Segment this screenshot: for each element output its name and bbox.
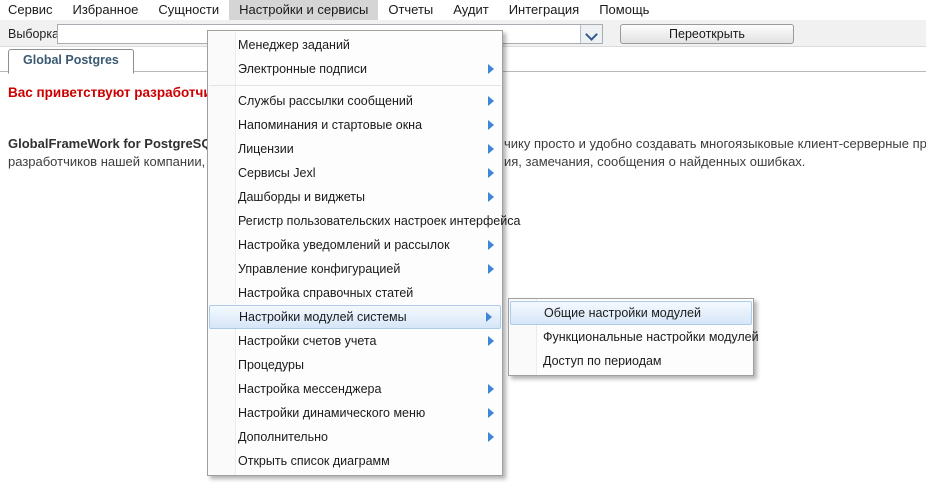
menu-item-help-articles-setup[interactable]: Настройка справочных статей bbox=[208, 281, 502, 305]
menubar-item-help[interactable]: Помощь bbox=[589, 0, 659, 20]
dropdown-chevron-icon bbox=[585, 28, 598, 41]
menubar-item-reports[interactable]: Отчеты bbox=[378, 0, 443, 20]
submenu-arrow-icon bbox=[488, 64, 494, 74]
menu-item-dynamic-menu-settings[interactable]: Настройки динамического меню bbox=[208, 401, 502, 425]
submenu-arrow-icon bbox=[488, 408, 494, 418]
menu-item-jexl-services[interactable]: Сервисы Jexl bbox=[208, 161, 502, 185]
submenu-item-functional-module-settings[interactable]: Функциональные настройки модулей bbox=[509, 325, 753, 349]
menu-item-dashboards-widgets[interactable]: Дашборды и виджеты bbox=[208, 185, 502, 209]
menu-item-user-interface-settings-register[interactable]: Регистр пользовательских настроек интерф… bbox=[208, 209, 502, 233]
menu-item-messenger-setup[interactable]: Настройка мессенджера bbox=[208, 377, 502, 401]
submenu-arrow-icon bbox=[488, 120, 494, 130]
menubar-item-settings-services[interactable]: Настройки и сервисы bbox=[229, 0, 378, 20]
submenu-item-access-by-periods[interactable]: Доступ по периодам bbox=[509, 349, 753, 373]
menu-item-licenses[interactable]: Лицензии bbox=[208, 137, 502, 161]
app-window: Сервис Избранное Сущности Настройки и се… bbox=[0, 0, 926, 488]
menu-item-electronic-signatures[interactable]: Электронные подписи bbox=[208, 57, 502, 81]
settings-services-menu: Менеджер заданий Электронные подписи Слу… bbox=[207, 30, 503, 476]
menubar-item-integration[interactable]: Интеграция bbox=[499, 0, 590, 20]
paragraph-line2-right: ия, замечания, сообщения о найденных оши… bbox=[504, 154, 805, 169]
selection-dropdown-button[interactable] bbox=[580, 25, 602, 43]
menu-item-configuration-management[interactable]: Управление конфигурацией bbox=[208, 257, 502, 281]
menu-item-notifications-mailings-setup[interactable]: Настройка уведомлений и рассылок bbox=[208, 233, 502, 257]
submenu-arrow-icon bbox=[488, 144, 494, 154]
submenu-arrow-icon bbox=[488, 432, 494, 442]
menu-item-system-modules-settings[interactable]: Настройки модулей системы bbox=[209, 305, 501, 329]
menu-item-task-manager[interactable]: Менеджер заданий bbox=[208, 33, 502, 57]
menubar-item-service[interactable]: Сервис bbox=[0, 0, 63, 20]
menu-item-additional[interactable]: Дополнительно bbox=[208, 425, 502, 449]
paragraph-line1-left: GlobalFrameWork for PostgreSQL bbox=[8, 136, 219, 151]
submenu-arrow-icon bbox=[488, 336, 494, 346]
menubar-item-entities[interactable]: Сущности bbox=[148, 0, 229, 20]
menubar: Сервис Избранное Сущности Настройки и се… bbox=[0, 0, 926, 20]
menu-item-mailing-services[interactable]: Службы рассылки сообщений bbox=[208, 89, 502, 113]
menubar-item-favorites[interactable]: Избранное bbox=[63, 0, 149, 20]
submenu-arrow-icon bbox=[486, 312, 492, 322]
menu-item-accounting-accounts-settings[interactable]: Настройки счетов учета bbox=[208, 329, 502, 353]
reopen-button[interactable]: Переоткрыть bbox=[620, 24, 794, 44]
welcome-message: Вас приветствуют разработчик bbox=[8, 85, 218, 100]
system-modules-settings-submenu: Общие настройки модулей Функциональные н… bbox=[508, 298, 754, 376]
submenu-arrow-icon bbox=[488, 96, 494, 106]
menu-separator bbox=[208, 81, 502, 89]
menu-item-open-diagram-list[interactable]: Открыть список диаграмм bbox=[208, 449, 502, 473]
paragraph-line1-right: чику просто и удобно создавать многоязык… bbox=[504, 136, 926, 151]
paragraph-line2-left: разработчиков нашей компании, bbox=[8, 154, 205, 169]
submenu-arrow-icon bbox=[488, 384, 494, 394]
submenu-arrow-icon bbox=[488, 192, 494, 202]
submenu-arrow-icon bbox=[488, 264, 494, 274]
menu-item-procedures[interactable]: Процедуры bbox=[208, 353, 502, 377]
menu-item-reminders-start-windows[interactable]: Напоминания и стартовые окна bbox=[208, 113, 502, 137]
submenu-item-general-module-settings[interactable]: Общие настройки модулей bbox=[510, 301, 752, 325]
submenu-arrow-icon bbox=[488, 168, 494, 178]
submenu-arrow-icon bbox=[488, 240, 494, 250]
selection-label: Выборка bbox=[8, 27, 59, 41]
tab-global-postgres[interactable]: Global Postgres bbox=[8, 49, 134, 74]
menubar-item-audit[interactable]: Аудит bbox=[443, 0, 498, 20]
